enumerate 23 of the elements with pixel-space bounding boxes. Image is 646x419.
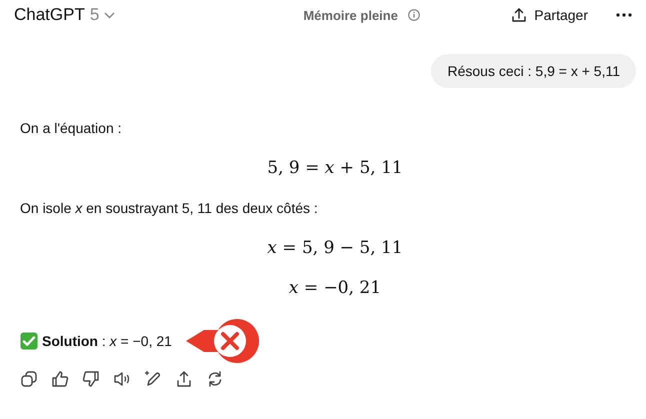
share-icon[interactable]: [175, 370, 193, 388]
check-mark-icon: [20, 332, 38, 350]
math-equation: x = −0, 21: [288, 278, 382, 298]
share-icon: [511, 7, 528, 23]
regenerate-icon[interactable]: [206, 370, 224, 388]
memory-status: Mémoire pleine: [303, 8, 398, 22]
solution-text: Solution : x = −0, 21: [42, 333, 172, 349]
response-paragraph: On a l'équation :: [20, 119, 123, 138]
thumbs-down-icon[interactable]: [82, 370, 100, 388]
edit-pencil-icon[interactable]: [144, 370, 162, 388]
chevron-down-icon[interactable]: [104, 12, 116, 18]
more-icon[interactable]: [616, 13, 632, 17]
copy-icon[interactable]: [20, 370, 38, 388]
share-button[interactable]: Partager: [509, 5, 590, 25]
info-icon[interactable]: [408, 9, 420, 21]
response-paragraph: On isole x en soustrayant 5, 11 des deux côtés :: [20, 199, 319, 218]
speaker-icon[interactable]: [113, 370, 131, 388]
app-title[interactable]: ChatGPT: [14, 5, 85, 25]
math-equation: 5, 9 = x + 5, 11: [266, 158, 404, 178]
math-equation: x = 5, 9 − 5, 11: [266, 238, 404, 258]
model-version[interactable]: 5: [90, 5, 100, 25]
user-message: Résous ceci : 5,9 = x + 5,11: [431, 54, 636, 88]
thumbs-up-icon[interactable]: [51, 370, 69, 388]
